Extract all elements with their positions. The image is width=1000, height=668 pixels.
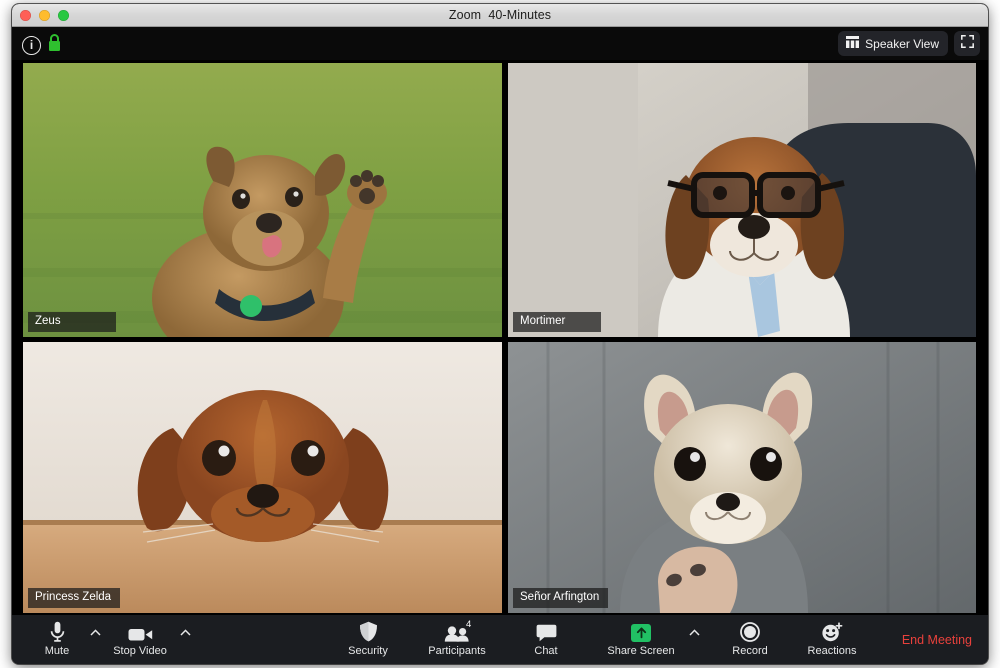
info-icon[interactable]: i: [22, 35, 41, 55]
chat-label: Chat: [534, 645, 558, 658]
shield-icon: [359, 621, 378, 642]
participant-name-tag: Señor Arfington: [513, 588, 609, 608]
view-controls-group: Speaker View: [838, 31, 980, 56]
grid-view-icon: [846, 36, 860, 51]
toolbar-left-group: Mute Stop Video: [28, 615, 194, 664]
video-feed-mortimer: [508, 63, 976, 337]
window-title: Zoom 40-Minutes: [448, 8, 552, 22]
record-circle-icon: [740, 621, 760, 643]
video-feed-zeus: [23, 63, 502, 337]
video-feed-senor-arfington: [508, 342, 976, 613]
video-camera-icon: [128, 621, 153, 642]
share-screen-button[interactable]: Share Screen: [597, 615, 685, 664]
fullscreen-icon: [960, 34, 974, 53]
toolbar-center-group: Security 4 Participants Chat Share Scree…: [339, 615, 869, 664]
stop-video-button[interactable]: Stop Video: [104, 615, 176, 664]
participant-name-tag: Princess Zelda: [28, 588, 121, 608]
reactions-label: Reactions: [807, 645, 857, 658]
audio-options-caret[interactable]: [86, 615, 104, 664]
speaker-view-label: Speaker View: [865, 36, 939, 51]
meeting-topbar: i Speaker View: [12, 27, 988, 60]
video-options-caret[interactable]: [176, 615, 194, 664]
share-screen-icon: [631, 621, 651, 643]
chevron-up-icon: [688, 629, 700, 636]
fullscreen-button[interactable]: [954, 31, 980, 56]
end-meeting-button[interactable]: End Meeting: [902, 633, 972, 647]
speaker-view-button[interactable]: Speaker View: [838, 31, 948, 56]
security-label: Security: [348, 645, 388, 658]
reactions-smiley-icon: [821, 621, 843, 642]
chat-button[interactable]: Chat: [517, 615, 575, 664]
video-grid: Zeus Mortimer Princess Zelda Señor Arfin…: [12, 60, 988, 615]
meeting-info-group: i: [22, 33, 62, 57]
chevron-up-icon: [179, 629, 191, 636]
zoom-window: Zoom 40-Minutes i Speaker View Zeus Mort…: [12, 4, 988, 664]
video-tile-mortimer[interactable]: Mortimer: [508, 63, 976, 337]
participants-label: Participants: [428, 645, 486, 658]
info-icon-glyph: i: [29, 38, 34, 52]
share-options-caret[interactable]: [685, 615, 703, 664]
stop-video-label: Stop Video: [113, 645, 167, 658]
mute-button[interactable]: Mute: [28, 615, 86, 664]
participants-count-badge: 4: [466, 619, 472, 630]
video-tile-zeus[interactable]: Zeus: [23, 63, 502, 337]
video-tile-senor-arfington[interactable]: Señor Arfington: [508, 342, 976, 613]
chat-bubble-icon: [536, 621, 557, 642]
video-tile-princess-zelda[interactable]: Princess Zelda: [23, 342, 502, 613]
record-button[interactable]: Record: [721, 615, 779, 664]
mute-label: Mute: [44, 645, 70, 658]
encryption-lock-icon[interactable]: [47, 33, 62, 57]
window-titlebar: Zoom 40-Minutes: [12, 4, 988, 27]
chevron-up-icon: [89, 629, 101, 636]
participant-name-tag: Zeus: [28, 312, 116, 332]
record-label: Record: [732, 645, 768, 658]
participant-name-tag: Mortimer: [513, 312, 601, 332]
meeting-toolbar: Mute Stop Video Security 4 Participants …: [12, 615, 988, 664]
video-feed-princess-zelda: [23, 342, 502, 613]
participants-button[interactable]: 4 Participants: [415, 615, 499, 664]
share-screen-label: Share Screen: [607, 645, 675, 658]
microphone-icon: [50, 621, 65, 643]
reactions-button[interactable]: Reactions: [795, 615, 869, 664]
security-button[interactable]: Security: [339, 615, 397, 664]
